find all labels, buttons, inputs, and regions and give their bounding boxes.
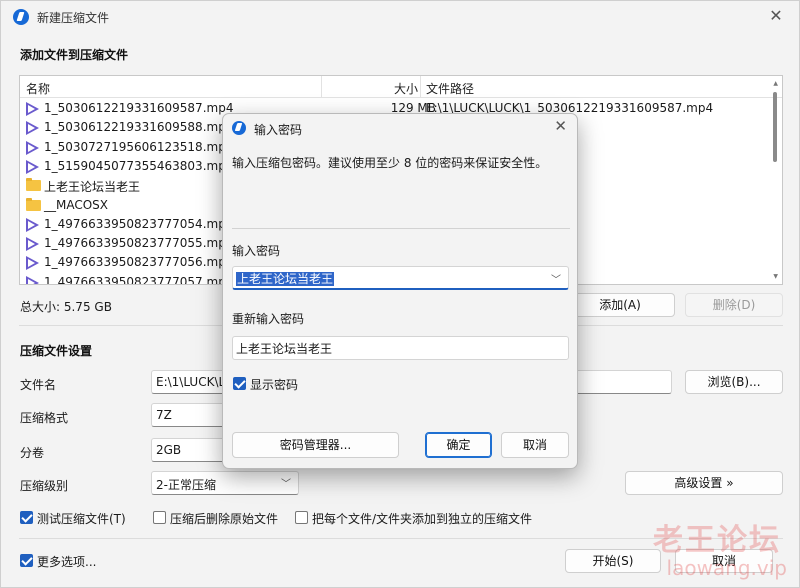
close-icon[interactable]: ✕ [767,6,785,26]
password-input[interactable]: 上老王论坛当老王 ﹀ [232,266,569,290]
close-icon[interactable]: ✕ [554,117,567,135]
file-name-cell: 1_5030612219331609587.mp4 [44,101,234,115]
dialog-title: 输入密码 [254,123,303,137]
chevron-down-icon: ﹀ [281,479,291,490]
start-button[interactable]: 开始(S) [565,549,661,573]
password-label: 输入密码 [232,244,281,258]
video-file-icon [26,102,39,116]
folder-icon [26,178,41,192]
level-select[interactable]: 2-正常压缩 ﹀ [151,471,299,495]
file-name-cell: 1_5159045077355463803.mp4 [44,158,234,173]
total-size: 总大小: 5.75 GB [20,300,112,314]
ok-button[interactable]: 确定 [425,432,492,458]
filename-label: 文件名 [20,378,57,392]
folder-icon [26,197,41,211]
delete-after-checkbox[interactable] [153,511,166,524]
title-bar: 新建压缩文件 ✕ [1,1,799,33]
delete-button[interactable]: 删除(D) [685,293,783,317]
file-name-cell: 1_4976633950823777057.mp4 [44,274,234,285]
repeat-password-value: 上老王论坛当老王 [236,342,333,356]
file-list-header: 名称 大小 文件路径 [20,76,782,98]
file-name-cell: 1_4976633950823777055.mp4 [44,236,234,251]
divider [232,228,570,229]
video-file-icon [26,140,39,155]
watermark-text: 老王论坛 [653,523,781,558]
level-value: 2-正常压缩 [156,478,216,492]
show-password-label[interactable]: 显示密码 [250,376,298,393]
password-manager-button[interactable]: 密码管理器... [232,432,399,458]
column-separator[interactable] [321,76,322,98]
delete-after-label[interactable]: 压缩后删除原始文件 [170,510,278,527]
window-title: 新建压缩文件 [37,11,110,25]
advanced-settings-button[interactable]: 高级设置 » [625,471,783,495]
video-file-icon [26,217,39,232]
file-name-cell: __MACOSX [44,197,109,212]
vertical-scrollbar-thumb[interactable] [773,92,777,162]
video-file-icon [26,237,39,252]
repeat-password-label: 重新输入密码 [232,312,305,326]
password-value: 上老王论坛当老王 [236,272,335,286]
file-name-cell: 1_5030727195606123518.mp4 [44,139,234,154]
column-header-size[interactable]: 大小 [394,80,418,97]
video-file-icon [26,256,39,271]
dialog-cancel-button[interactable]: 取消 [501,432,569,458]
video-file-icon [26,159,39,174]
more-options-checkbox[interactable] [20,554,33,567]
settings-title: 压缩文件设置 [20,344,93,358]
chevron-down-icon[interactable]: ﹀ [551,271,561,286]
show-password-checkbox[interactable] [233,377,246,390]
file-name-cell: 1_4976633950823777056.mp4 [44,255,234,270]
video-file-icon [26,275,39,284]
each-separate-checkbox[interactable] [295,511,308,524]
file-name-cell: 1_5030612219331609588.mp4 [44,120,234,135]
level-label: 压缩级别 [20,479,69,493]
test-archive-checkbox[interactable] [20,511,33,524]
column-header-name[interactable]: 名称 [26,80,50,97]
add-files-title: 添加文件到压缩文件 [20,48,129,62]
column-separator[interactable] [420,76,421,98]
each-separate-label[interactable]: 把每个文件/文件夹添加到独立的压缩文件 [312,510,532,527]
app-logo-icon [232,121,246,135]
more-options-label[interactable]: 更多选项... [37,553,96,570]
volume-value: 2GB [156,443,182,457]
file-name-cell: 上老王论坛当老王 [44,180,141,195]
add-button[interactable]: 添加(A) [565,293,675,317]
watermark-url: laowang.vip [666,556,787,580]
browse-button[interactable]: 浏览(B)... [685,370,783,394]
scroll-up-icon[interactable]: ▲ [773,80,778,87]
format-value: 7Z [156,408,172,422]
volume-label: 分卷 [20,446,45,460]
dialog-description: 输入压缩包密码。建议使用至少 8 位的密码来保证安全性。 [232,156,548,170]
test-archive-label[interactable]: 测试压缩文件(T) [37,510,126,527]
password-dialog: 输入密码 ✕ 输入压缩包密码。建议使用至少 8 位的密码来保证安全性。 输入密码… [222,113,578,469]
app-logo-icon [13,9,29,25]
video-file-icon [26,121,39,136]
format-label: 压缩格式 [20,411,69,425]
column-header-path[interactable]: 文件路径 [426,80,474,97]
scroll-down-icon[interactable]: ▼ [773,273,778,280]
repeat-password-input[interactable]: 上老王论坛当老王 [232,336,569,360]
file-name-cell: 1_4976633950823777054.mp4 [44,216,234,231]
